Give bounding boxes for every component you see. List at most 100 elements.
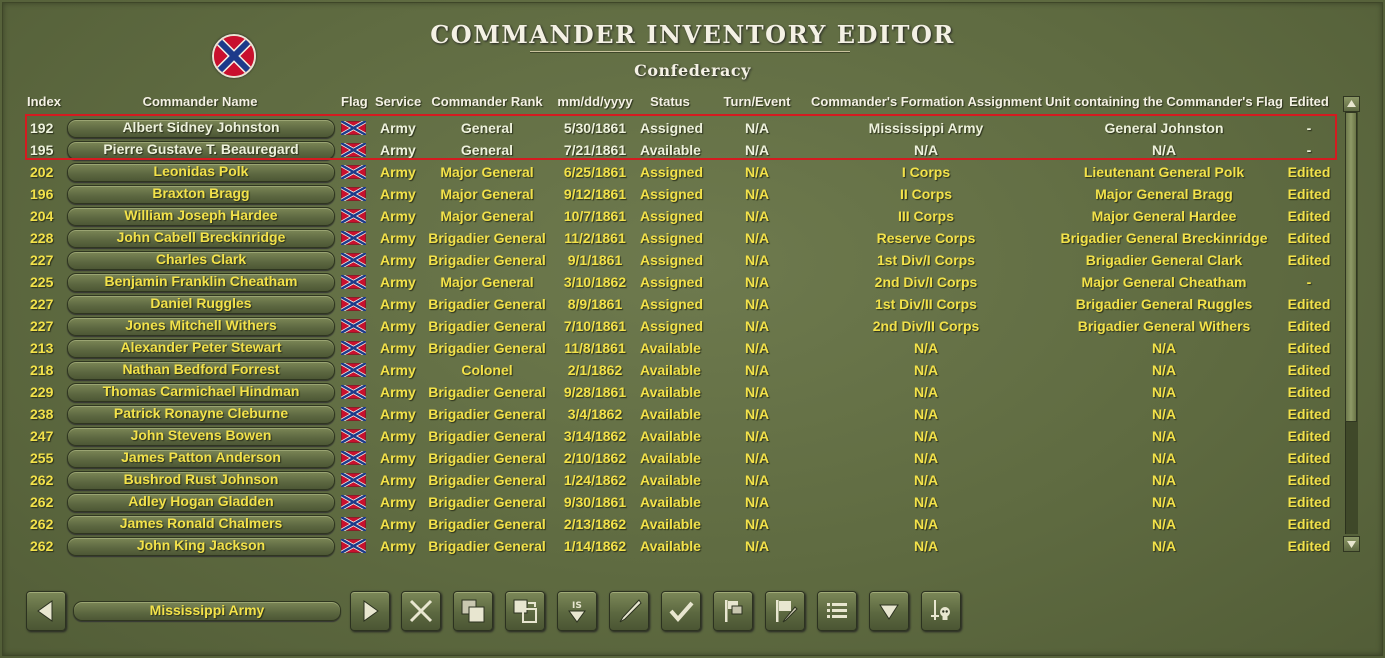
swap-button[interactable] [505,591,545,631]
confederate-flag-icon[interactable] [340,185,367,203]
header-rank[interactable]: Commander Rank [422,94,552,110]
confederate-flag-icon[interactable] [340,449,367,467]
formation-selector[interactable]: Mississippi Army [73,601,341,621]
header-date[interactable]: mm/dd/yyyy [550,94,640,110]
duplicate-button[interactable] [453,591,493,631]
confederate-flag-icon[interactable] [340,515,367,533]
header-turn-event[interactable]: Turn/Event [712,94,802,110]
commander-name-button[interactable]: Adley Hogan Gladden [67,493,335,512]
confederate-flag-icon[interactable] [340,405,367,423]
flag-edit-button[interactable] [765,591,805,631]
commander-name-button[interactable]: William Joseph Hardee [67,207,335,226]
list-button[interactable] [817,591,857,631]
confederate-flag-icon[interactable] [340,229,367,247]
next-formation-button[interactable] [350,591,390,631]
commander-name-button[interactable]: John Stevens Bowen [67,427,335,446]
table-row[interactable]: James Ronald Chalmers 262 Army Brigadier Ge… [0,513,1340,535]
delete-button[interactable] [401,591,441,631]
table-row[interactable]: Jones Mitchell Withers 227 Army Brigadier G… [0,315,1340,337]
cell-formation: 1st Div/I Corps [876,252,976,268]
commander-name-button[interactable]: Benjamin Franklin Cheatham [67,273,335,292]
table-row[interactable]: Daniel Ruggles 227 Army Brigadier General 8/… [0,293,1340,315]
table-row[interactable]: William Joseph Hardee 204 Army Major Genera… [0,205,1340,227]
confederate-flag-icon[interactable] [340,383,367,401]
cell-rank: Brigadier General [428,428,546,444]
commander-name-button[interactable]: Charles Clark [67,251,335,270]
confederate-flag-icon[interactable] [340,295,367,313]
header-edited[interactable]: Edited [1284,94,1334,110]
scrollbar-thumb[interactable] [1345,112,1357,422]
header-service[interactable]: Service [375,94,421,110]
header-commander-name[interactable]: Commander Name [67,94,333,110]
commander-name-button[interactable]: Alexander Peter Stewart [67,339,335,358]
cell-service: Army [380,186,416,202]
cell-index: 218 [30,362,54,378]
commander-name-button[interactable]: Jones Mitchell Withers [67,317,335,336]
header-status[interactable]: Status [640,94,700,110]
table-row[interactable]: Patrick Ronayne Cleburne 238 Army Brigadier… [0,403,1340,425]
confederate-flag-icon[interactable] [340,339,367,357]
cell-turn-event: N/A [744,516,770,532]
commander-name-button[interactable]: Nathan Bedford Forrest [67,361,335,380]
commander-name-button[interactable]: John King Jackson [67,537,335,556]
commander-name-label: James Ronald Chalmers [119,515,283,531]
dropdown-button[interactable] [869,591,909,631]
cell-status: Assigned [640,296,704,312]
cell-rank: Major General [440,186,534,202]
cell-formation: N/A [913,472,939,488]
cell-turn-event: N/A [744,186,770,202]
kill-commander-button[interactable] [921,591,961,631]
previous-formation-button[interactable] [26,591,66,631]
table-row[interactable]: John Cabell Breckinridge 228 Army Brigadier… [0,227,1340,249]
table-row[interactable]: Nathan Bedford Forrest 218 Army Colonel 2/1/… [0,359,1340,381]
confederate-flag-icon[interactable] [340,427,367,445]
cell-rank: Major General [440,164,534,180]
confederate-flag-icon[interactable] [340,163,367,181]
header-formation[interactable]: Commander's Formation Assignment [811,94,1042,110]
commander-name-button[interactable]: Thomas Carmichael Hindman [67,383,335,402]
confirm-button[interactable] [661,591,701,631]
commander-name-button[interactable]: Daniel Ruggles [67,295,335,314]
cell-index: 262 [30,494,54,510]
confederate-flag-icon[interactable] [340,251,367,269]
confederate-flag-icon[interactable] [340,361,367,379]
commander-name-button[interactable]: Patrick Ronayne Cleburne [67,405,335,424]
table-row[interactable]: Alexander Peter Stewart 213 Army Brigadier … [0,337,1340,359]
flag-button[interactable] [713,591,753,631]
header-flag[interactable]: Flag [341,94,368,110]
table-row[interactable]: Charles Clark 227 Army Brigadier General 9/1… [0,249,1340,271]
checkmark-icon [669,601,694,623]
confederate-flag-icon[interactable] [340,493,367,511]
table-row[interactable]: Benjamin Franklin Cheatham 225 Army Major G… [0,271,1340,293]
table-row[interactable]: James Patton Anderson 255 Army Brigadier Ge… [0,447,1340,469]
transfer-button[interactable]: IS [557,591,597,631]
table-row[interactable]: Adley Hogan Gladden 262 Army Brigadier Gene… [0,491,1340,513]
confederate-flag-icon[interactable] [340,273,367,291]
cell-unit: N/A [1151,406,1177,422]
scroll-down-button[interactable] [1343,536,1360,552]
cell-status: Available [640,406,701,422]
commander-name-button[interactable]: James Patton Anderson [67,449,335,468]
table-row[interactable]: Braxton Bragg 196 Army Major General 9/12/18… [0,183,1340,205]
commander-name-button[interactable]: Braxton Bragg [67,185,335,204]
confederate-flag-icon[interactable] [340,317,367,335]
commander-name-button[interactable]: Leonidas Polk [67,163,335,182]
commander-name-label: Alexander Peter Stewart [120,339,282,355]
scroll-up-button[interactable] [1343,96,1360,112]
confederate-flag-icon[interactable] [340,537,367,555]
cell-formation: 1st Div/II Corps [875,296,977,312]
confederate-flag-icon[interactable] [340,207,367,225]
table-row[interactable]: Bushrod Rust Johnson 262 Army Brigadier Gen… [0,469,1340,491]
commander-name-button[interactable]: James Ronald Chalmers [67,515,335,534]
commander-name-button[interactable]: John Cabell Breckinridge [67,229,335,248]
table-row[interactable]: Leonidas Polk 202 Army Major General 6/25/18… [0,161,1340,183]
header-unit[interactable]: Unit containing the Commander's Flag [1045,94,1283,110]
table-row[interactable]: John King Jackson 262 Army Brigadier Genera… [0,535,1340,557]
header-index[interactable]: Index [27,94,61,110]
confederate-flag-icon[interactable] [340,471,367,489]
table-row[interactable]: John Stevens Bowen 247 Army Brigadier Gener… [0,425,1340,447]
edit-quill-button[interactable] [609,591,649,631]
cell-index: 196 [30,186,54,202]
table-row[interactable]: Thomas Carmichael Hindman 229 Army Brigadie… [0,381,1340,403]
commander-name-button[interactable]: Bushrod Rust Johnson [67,471,335,490]
